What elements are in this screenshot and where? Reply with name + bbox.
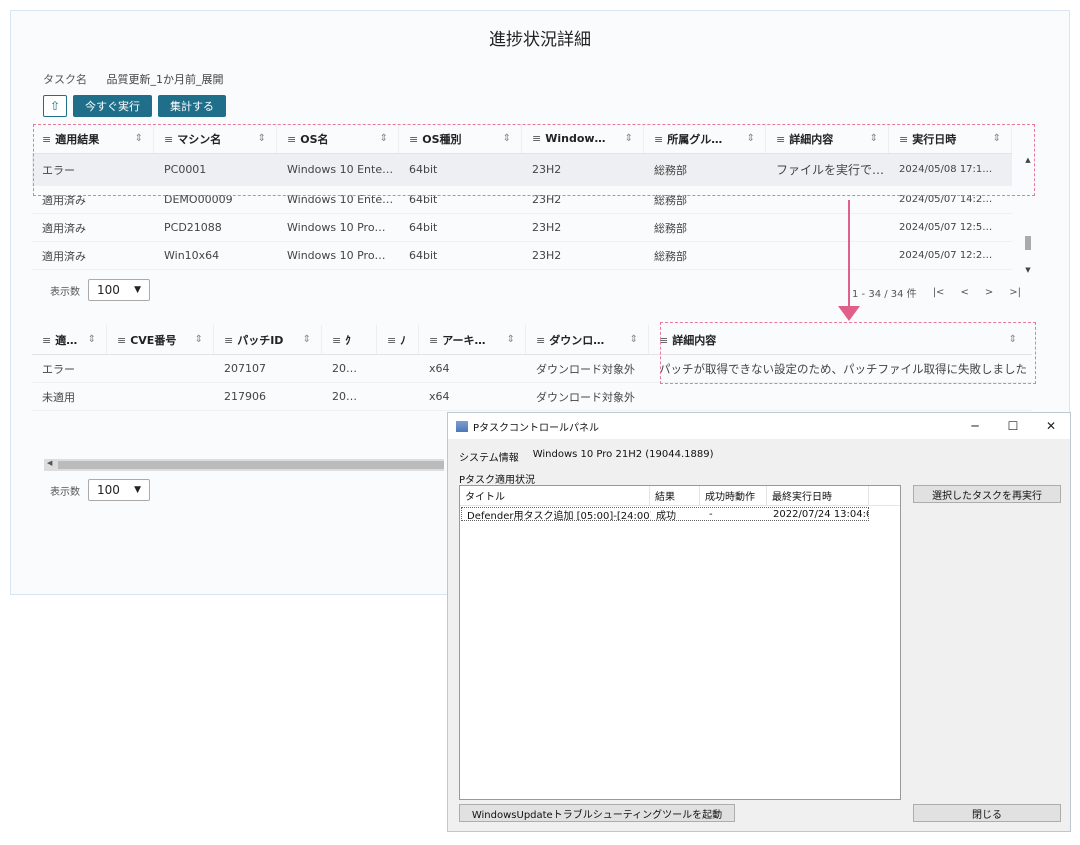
minimize-icon[interactable]: ─ xyxy=(956,413,994,439)
sort-icon[interactable]: ⇕ xyxy=(507,334,515,345)
grid2-pager: 表示数 100 ▼ xyxy=(50,479,150,501)
rerun-selected-button[interactable]: 選択したタスクを再実行 xyxy=(913,485,1061,503)
filter-icon[interactable]: ≡ xyxy=(42,334,51,347)
col-patch-id[interactable]: ≡ パッチID ⇕ xyxy=(214,325,322,354)
filter-icon[interactable]: ≡ xyxy=(332,334,341,347)
sort-icon[interactable]: ⇕ xyxy=(303,334,311,345)
page-size-label: 表示数 xyxy=(50,486,80,498)
listview-header: タイトル 結果 成功時動作 最終実行日時 xyxy=(460,486,900,506)
apply-status-label: Pタスク適用状況 xyxy=(459,475,536,486)
page-title: 進捗状況詳細 xyxy=(489,30,591,50)
table-row[interactable]: 未適用 217906 20… x64 ダウンロード対象外 xyxy=(32,383,1032,411)
col-success-action[interactable]: 成功時動作 xyxy=(700,486,767,505)
scrollbar-thumb[interactable] xyxy=(1025,236,1031,250)
arrow-down-icon xyxy=(838,306,860,321)
grid1-pagination: 1 - 34 / 34 件 |< < > >| xyxy=(852,285,1021,300)
highlight-box-grid1 xyxy=(33,124,1035,196)
grid2-horizontal-scrollbar[interactable]: ◀ xyxy=(44,459,444,471)
col-apply[interactable]: ≡ 適… ⇕ xyxy=(32,325,107,354)
first-page-icon[interactable]: |< xyxy=(933,287,945,298)
col-result[interactable]: 結果 xyxy=(650,486,700,505)
task-listview[interactable]: タイトル 結果 成功時動作 最終実行日時 Defender用タスク追加 [05:… xyxy=(459,485,901,800)
toolbar: ⇧ 今すぐ実行 集計する xyxy=(43,95,226,117)
maximize-icon[interactable]: ☐ xyxy=(994,413,1032,439)
col-cve[interactable]: ≡ CVE番号 ⇕ xyxy=(107,325,214,354)
filter-icon[interactable]: ≡ xyxy=(117,334,126,347)
filter-icon[interactable]: ≡ xyxy=(224,334,233,347)
chevron-down-icon: ▼ xyxy=(134,285,141,295)
app-icon xyxy=(456,420,468,432)
col-download[interactable]: ≡ ダウンロ… ⇕ xyxy=(526,325,649,354)
last-page-icon[interactable]: >| xyxy=(1009,287,1021,298)
troubleshoot-button[interactable]: WindowsUpdateトラブルシューティングツールを起動 xyxy=(459,804,735,822)
task-name-value: 品質更新_1か月前_展開 xyxy=(106,73,224,86)
sysinfo-value: Windows 10 Pro 21H2 (19044.1889) xyxy=(532,449,714,460)
scroll-down-icon[interactable]: ▼ xyxy=(1023,266,1033,274)
page-size-label: 表示数 xyxy=(50,286,80,298)
grid1-pager: 表示数 100 ▼ xyxy=(50,279,150,301)
col-title[interactable]: タイトル xyxy=(460,486,650,505)
system-info: システム情報 Windows 10 Pro 21H2 (19044.1889) xyxy=(459,449,714,464)
window-controls: ─ ☐ ✕ xyxy=(956,413,1070,439)
highlight-box-grid2 xyxy=(660,322,1036,384)
table-row[interactable]: 適用済み Win10x64 Windows 10 Pro… 64bit 23H2… xyxy=(32,242,1012,270)
aggregate-button[interactable]: 集計する xyxy=(158,95,226,117)
annotation-arrow xyxy=(848,200,850,308)
sysinfo-label: システム情報 xyxy=(459,453,519,464)
list-item[interactable]: Defender用タスク追加 [05:00]-[24:00] 成功 - 2022… xyxy=(461,507,869,521)
sort-icon[interactable]: ⇕ xyxy=(195,334,203,345)
page-size-select[interactable]: 100 ▼ xyxy=(88,479,150,501)
task-name-label: タスク名 xyxy=(43,73,87,86)
task-name-row: タスク名 品質更新_1か月前_展開 xyxy=(43,71,224,87)
col-architecture[interactable]: ≡ アーキ… ⇕ xyxy=(419,325,526,354)
filter-icon[interactable]: ≡ xyxy=(429,334,438,347)
next-page-icon[interactable]: > xyxy=(985,287,993,298)
window-title: Pタスクコントロールパネル xyxy=(473,422,600,434)
run-now-button[interactable]: 今すぐ実行 xyxy=(73,95,152,117)
col-last-run[interactable]: 最終実行日時 xyxy=(767,486,869,505)
sort-icon[interactable]: ⇕ xyxy=(630,334,638,345)
prev-page-icon[interactable]: < xyxy=(960,287,968,298)
table-row[interactable]: 適用済み PCD21088 Windows 10 Pro… 64bit 23H2… xyxy=(32,214,1012,242)
page-size-select[interactable]: 100 ▼ xyxy=(88,279,150,301)
close-icon[interactable]: ✕ xyxy=(1032,413,1070,439)
page-range: 1 - 34 / 34 件 xyxy=(852,289,917,300)
scrollbar-thumb[interactable] xyxy=(58,461,444,469)
ptask-control-panel-window: Pタスクコントロールパネル ─ ☐ ✕ システム情報 Windows 10 Pr… xyxy=(447,412,1071,832)
sort-icon[interactable]: ⇕ xyxy=(88,334,96,345)
close-button[interactable]: 閉じる xyxy=(913,804,1061,822)
col-narrow-2[interactable]: ≡ ﾉ xyxy=(377,325,419,354)
filter-icon[interactable]: ≡ xyxy=(536,334,545,347)
col-narrow-1[interactable]: ≡ ｸ xyxy=(322,325,377,354)
scroll-left-icon[interactable]: ◀ xyxy=(47,459,52,467)
filter-icon[interactable]: ≡ xyxy=(387,334,396,347)
chevron-down-icon: ▼ xyxy=(134,485,141,495)
upload-icon[interactable]: ⇧ xyxy=(43,95,67,117)
